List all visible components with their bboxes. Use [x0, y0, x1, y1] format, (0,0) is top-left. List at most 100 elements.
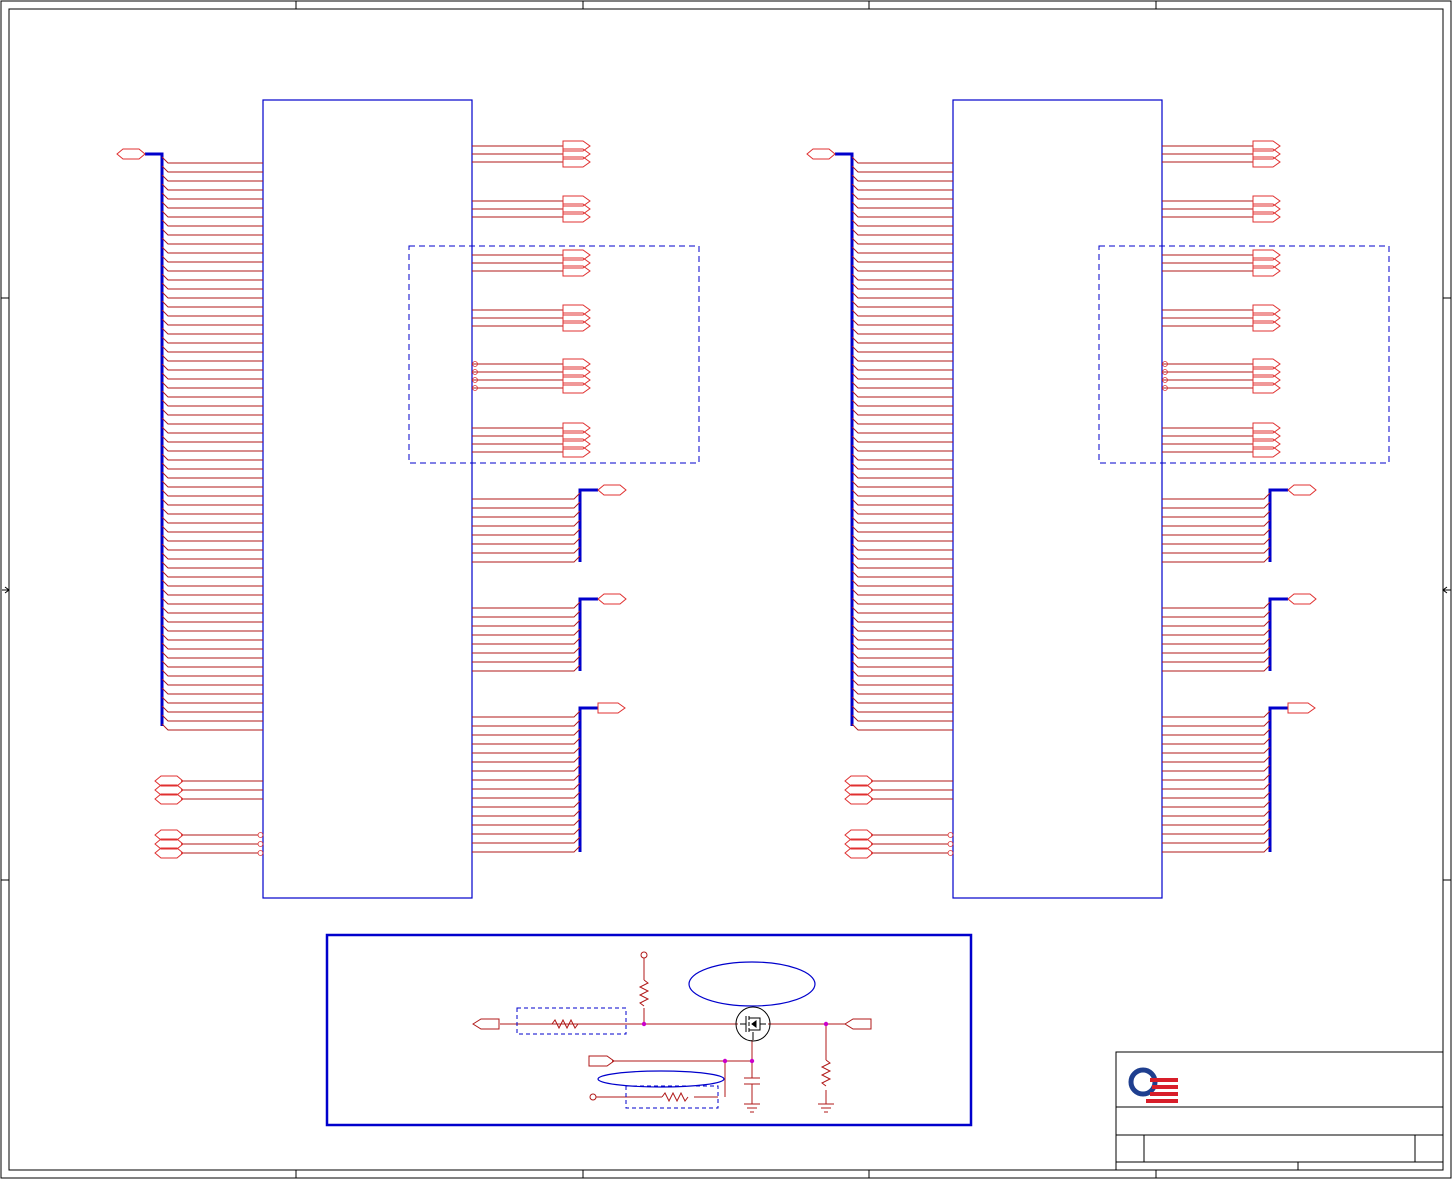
bus-pin-wire	[161, 624, 263, 632]
bus-pin-wire	[161, 219, 263, 227]
net-port	[597, 702, 626, 714]
bus-pin-wire	[851, 624, 953, 632]
output-bus-wire	[1162, 637, 1271, 645]
net-wire	[596, 1061, 726, 1098]
bus-pin-wire	[851, 399, 953, 407]
bus-pin-wire	[851, 579, 953, 587]
output-bus-wire	[472, 619, 581, 627]
bus-pin-wire	[851, 606, 953, 614]
resistor	[638, 979, 650, 1007]
output-bus-wire	[1162, 601, 1271, 609]
output-bus-wire	[472, 773, 581, 781]
bus-pin-wire	[161, 192, 263, 200]
bus-pin-wire	[161, 183, 263, 191]
bus-pin-wire	[161, 480, 263, 488]
inverter-bubble	[947, 841, 954, 847]
bus-pin-wire	[161, 237, 263, 245]
output-bus-line	[578, 488, 598, 562]
bus-pin-wire	[851, 201, 953, 209]
output-bus-wire	[1162, 664, 1271, 672]
output-bus-wire	[472, 782, 581, 790]
bus-pin-wire	[851, 363, 953, 371]
output-bus-wire	[1162, 628, 1271, 636]
bus-pin-wire	[161, 498, 263, 506]
bus-pin-wire	[851, 462, 953, 470]
bus-pin-wire	[851, 165, 953, 173]
bus-pin-wire	[851, 489, 953, 497]
bus-pin-wire	[851, 300, 953, 308]
output-bus-wire	[1162, 492, 1271, 500]
bus-pin-wire	[161, 273, 263, 281]
bus-pin-wire	[161, 201, 263, 209]
bus-pin-wire	[851, 408, 953, 416]
output-bus-wire	[1162, 836, 1271, 844]
bus-pin-wire	[161, 291, 263, 299]
junction-dots	[641, 1021, 829, 1064]
bus-pin-wire	[851, 255, 953, 263]
output-bus-wire	[472, 546, 581, 554]
bus-pin-wire	[161, 633, 263, 641]
output-bus-wire	[472, 818, 581, 826]
output-bus-wire	[1162, 555, 1271, 563]
bus-pin-wire	[851, 687, 953, 695]
bus-pin-wire	[161, 489, 263, 497]
annotation-ellipse	[597, 1070, 725, 1088]
bus-pin-wire	[161, 399, 263, 407]
inverter-bubble	[257, 850, 264, 856]
output-bus-wire	[472, 646, 581, 654]
power-switch-circuit	[325, 933, 973, 1127]
bus-pin-wire	[851, 696, 953, 704]
bus-pin-wire	[851, 633, 953, 641]
net-port	[1287, 593, 1317, 605]
inverter-bubble	[257, 832, 264, 838]
bus-pin-wire	[161, 660, 263, 668]
schematic-sheet	[0, 0, 1452, 1179]
bus-pin-wire	[161, 363, 263, 371]
output-bus-wire	[472, 664, 581, 672]
output-bus-wire	[472, 710, 581, 718]
net-port	[116, 148, 146, 160]
output-bus-wire	[472, 764, 581, 772]
sheet-frame	[0, 0, 1452, 1179]
bus-pin-wire	[851, 381, 953, 389]
bus-pin-wire	[161, 210, 263, 218]
bus-pin-wire	[161, 606, 263, 614]
output-bus-wire	[1162, 845, 1271, 853]
resistor	[820, 1059, 832, 1087]
bus-pin-wire	[851, 264, 953, 272]
bus-line	[145, 152, 164, 726]
output-bus-wire	[472, 728, 581, 736]
annotation-ellipse	[688, 961, 816, 1007]
output-bus-wire	[472, 800, 581, 808]
bus-pin-wire	[161, 543, 263, 551]
output-bus-wire	[472, 501, 581, 509]
bus-pin-wire	[161, 597, 263, 605]
output-bus-wire	[1162, 719, 1271, 727]
bus-pin-wire	[851, 534, 953, 542]
bus-pin-wire	[161, 687, 263, 695]
bus-pin-wire	[851, 219, 953, 227]
bus-pin-wire	[161, 615, 263, 623]
bus-pin-wire	[161, 552, 263, 560]
resistor	[661, 1091, 689, 1103]
bus-pin-wire	[161, 435, 263, 443]
bus-pin-wire	[161, 408, 263, 416]
ic-block-left	[116, 99, 700, 899]
bus-pin-wire	[161, 318, 263, 326]
bus-pin-wire	[851, 246, 953, 254]
output-bus-wire	[1162, 646, 1271, 654]
bus-pin-wire	[851, 480, 953, 488]
output-bus-wire	[1162, 773, 1271, 781]
bus-pin-wire	[161, 228, 263, 236]
bus-pin-wire	[161, 534, 263, 542]
bus-pin-wire	[851, 345, 953, 353]
output-bus-line	[1268, 706, 1288, 852]
output-bus-wire	[1162, 782, 1271, 790]
output-bus-wire	[1162, 519, 1271, 527]
net-port	[597, 593, 627, 605]
bus-pin-wire	[851, 228, 953, 236]
bus-pin-wire	[161, 714, 263, 722]
output-bus-wire	[1162, 818, 1271, 826]
output-bus-wire	[1162, 655, 1271, 663]
output-bus-wire	[1162, 755, 1271, 763]
